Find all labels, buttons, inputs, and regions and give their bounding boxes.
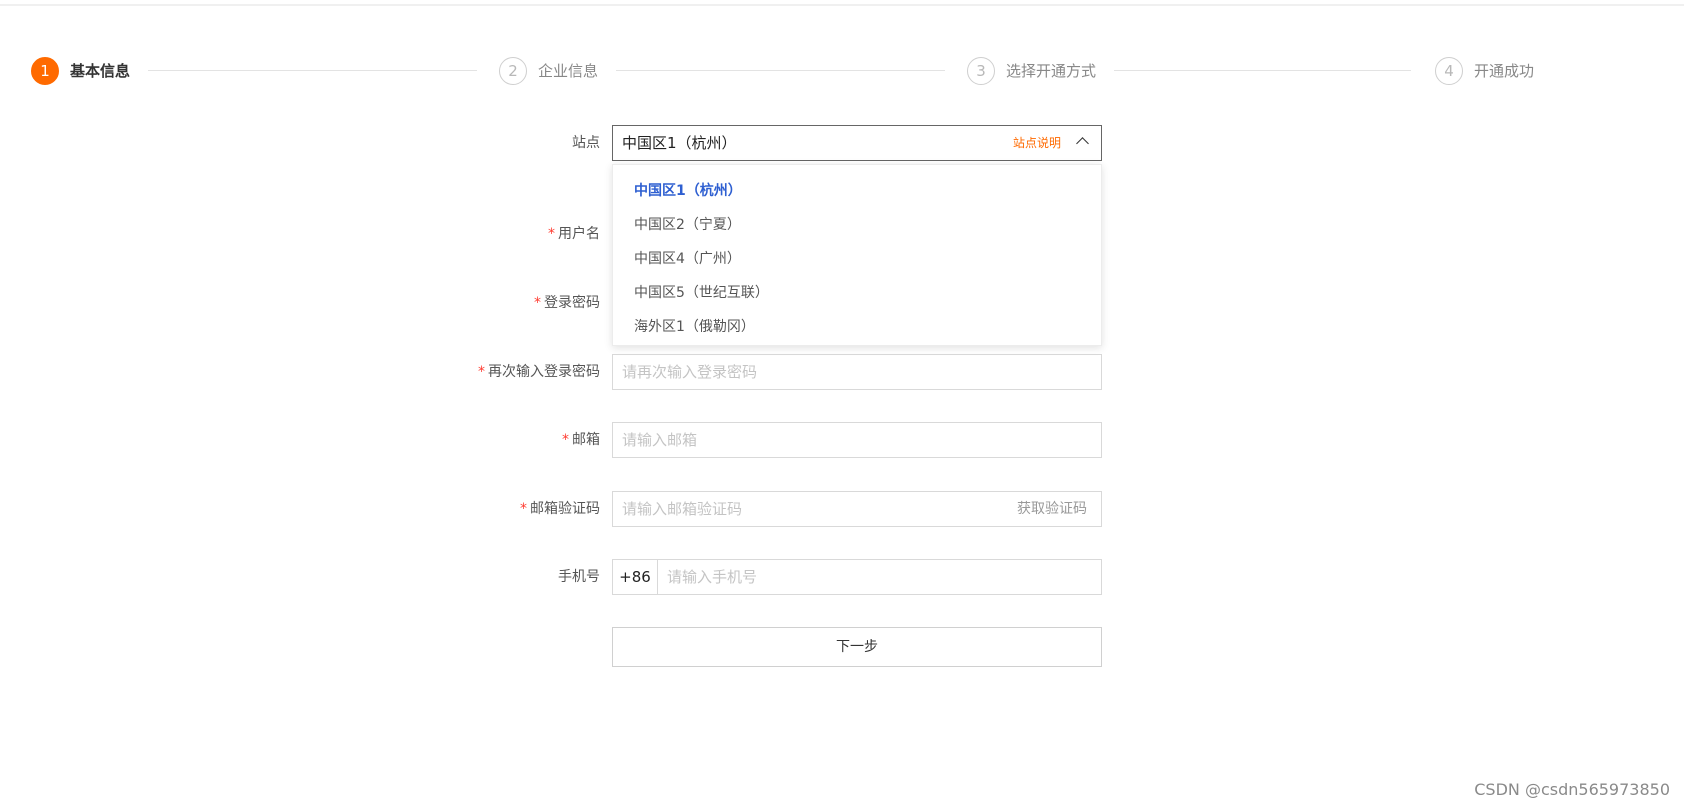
required-mark: * bbox=[548, 226, 555, 242]
email-field[interactable] bbox=[612, 422, 1102, 458]
email-label: * 邮箱 bbox=[562, 422, 600, 458]
required-mark: * bbox=[562, 432, 569, 448]
step-number: 2 bbox=[499, 56, 527, 85]
confirm-password-field[interactable] bbox=[612, 354, 1102, 390]
site-help-link[interactable]: 站点说明 bbox=[1013, 126, 1061, 160]
step-activation-method: 3 选择开通方式 bbox=[967, 56, 1096, 85]
password-label-text: 登录密码 bbox=[544, 295, 600, 311]
site-option[interactable]: 中国区2（宁夏） bbox=[613, 208, 1101, 242]
step-number: 3 bbox=[967, 56, 995, 85]
watermark: CSDN @csdn565973850 bbox=[1474, 780, 1670, 799]
required-mark: * bbox=[520, 501, 527, 517]
phone-label: 手机号 bbox=[558, 569, 600, 585]
step-label: 基本信息 bbox=[70, 62, 131, 80]
password-label: * 登录密码 bbox=[534, 285, 600, 321]
email-code-label-text: 邮箱验证码 bbox=[530, 501, 600, 517]
site-label: 站点 bbox=[572, 135, 600, 151]
country-code-prefix[interactable]: +86 bbox=[613, 560, 658, 594]
username-label: * 用户名 bbox=[548, 216, 600, 252]
site-option[interactable]: 中国区4（广州） bbox=[613, 242, 1101, 276]
site-row: 站点 中国区1（杭州） 站点说明 bbox=[0, 125, 1684, 161]
phone-field: +86 bbox=[612, 559, 1102, 595]
phone-input[interactable] bbox=[658, 560, 1101, 594]
step-label: 选择开通方式 bbox=[1006, 62, 1097, 80]
step-number: 4 bbox=[1435, 56, 1463, 85]
site-dropdown: 中国区1（杭州） 中国区2（宁夏） 中国区4（广州） 中国区5（世纪互联） 海外… bbox=[612, 164, 1102, 346]
step-connector bbox=[616, 70, 945, 71]
confirm-password-row: * 再次输入登录密码 bbox=[0, 354, 1684, 390]
step-label: 开通成功 bbox=[1474, 62, 1535, 80]
step-label: 企业信息 bbox=[538, 62, 599, 80]
chevron-up-icon[interactable] bbox=[1076, 137, 1089, 150]
step-basic-info: 1 基本信息 bbox=[31, 56, 130, 85]
step-number: 1 bbox=[31, 56, 59, 85]
site-select-value: 中国区1（杭州） bbox=[622, 134, 737, 152]
required-mark: * bbox=[478, 364, 485, 380]
confirm-password-label: * 再次输入登录密码 bbox=[478, 354, 600, 390]
site-option[interactable]: 中国区5（世纪互联） bbox=[613, 276, 1101, 310]
site-option[interactable]: 海外区1（俄勒冈） bbox=[613, 310, 1101, 344]
email-row: * 邮箱 bbox=[0, 422, 1684, 458]
required-mark: * bbox=[534, 295, 541, 311]
step-company-info: 2 企业信息 bbox=[499, 56, 598, 85]
site-option[interactable]: 中国区1（杭州） bbox=[613, 174, 1101, 208]
site-select[interactable]: 中国区1（杭州） 站点说明 bbox=[612, 125, 1102, 161]
phone-input-wrap bbox=[658, 560, 1101, 594]
get-code-button[interactable]: 获取验证码 bbox=[1017, 492, 1087, 526]
email-code-label: * 邮箱验证码 bbox=[520, 491, 600, 527]
step-connector bbox=[148, 70, 477, 71]
email-code-row: *邮箱验证码 获取验证码 bbox=[0, 491, 1684, 527]
email-input[interactable] bbox=[613, 423, 1101, 457]
email-label-text: 邮箱 bbox=[572, 432, 600, 448]
username-label-text: 用户名 bbox=[558, 226, 600, 242]
top-divider bbox=[0, 4, 1684, 6]
step-connector bbox=[1114, 70, 1411, 71]
progress-steps: 1 基本信息 2 企业信息 3 选择开通方式 4 开通成功 bbox=[31, 56, 1534, 86]
phone-row: 手机号 +86 bbox=[0, 559, 1684, 595]
email-code-field[interactable]: 获取验证码 bbox=[612, 491, 1102, 527]
step-success: 4 开通成功 bbox=[1435, 56, 1534, 85]
confirm-password-input[interactable] bbox=[613, 355, 1101, 389]
next-step-button[interactable]: 下一步 bbox=[612, 627, 1102, 667]
confirm-password-label-text: 再次输入登录密码 bbox=[488, 364, 600, 380]
